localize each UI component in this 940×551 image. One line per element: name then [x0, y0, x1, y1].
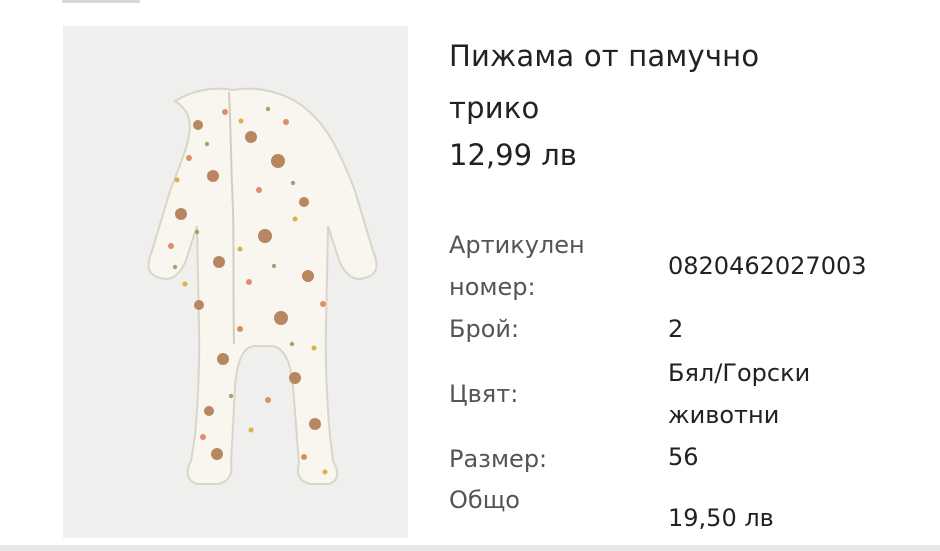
total-label: Общо	[449, 486, 520, 514]
color-value-line-2: животни	[668, 401, 780, 429]
quantity-label: Брой:	[449, 315, 520, 343]
quantity-value: 2	[668, 315, 684, 343]
product-image[interactable]	[63, 26, 408, 538]
total-value: 19,50 лв	[668, 504, 774, 532]
color-label: Цвят:	[449, 380, 519, 408]
product-title: Пижама от памучно трико	[449, 30, 829, 134]
article-number-label: Артикулен номер:	[449, 224, 585, 308]
product-title-line-1: Пижама от памучно	[449, 39, 760, 73]
top-divider	[62, 0, 140, 3]
bottom-divider	[0, 545, 940, 551]
size-value: 56	[668, 443, 699, 471]
article-number-value: 0820462027003	[668, 252, 867, 280]
article-number-label-line-1: Артикулен	[449, 231, 585, 259]
order-item-page: Пижама от памучно трико 12,99 лв Артикул…	[0, 0, 940, 551]
product-price: 12,99 лв	[449, 138, 577, 172]
article-number-label-line-2: номер:	[449, 273, 536, 301]
color-value: Бял/Горски животни	[668, 352, 810, 436]
product-title-line-2: трико	[449, 91, 540, 125]
color-value-line-1: Бял/Горски	[668, 359, 811, 387]
size-label: Размер:	[449, 445, 548, 473]
